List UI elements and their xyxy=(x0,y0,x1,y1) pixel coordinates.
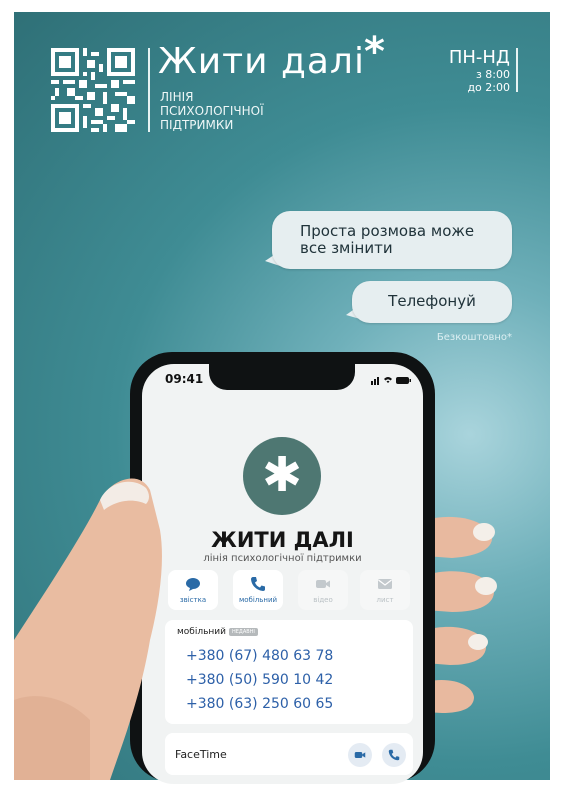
hand-front xyxy=(14,478,162,780)
